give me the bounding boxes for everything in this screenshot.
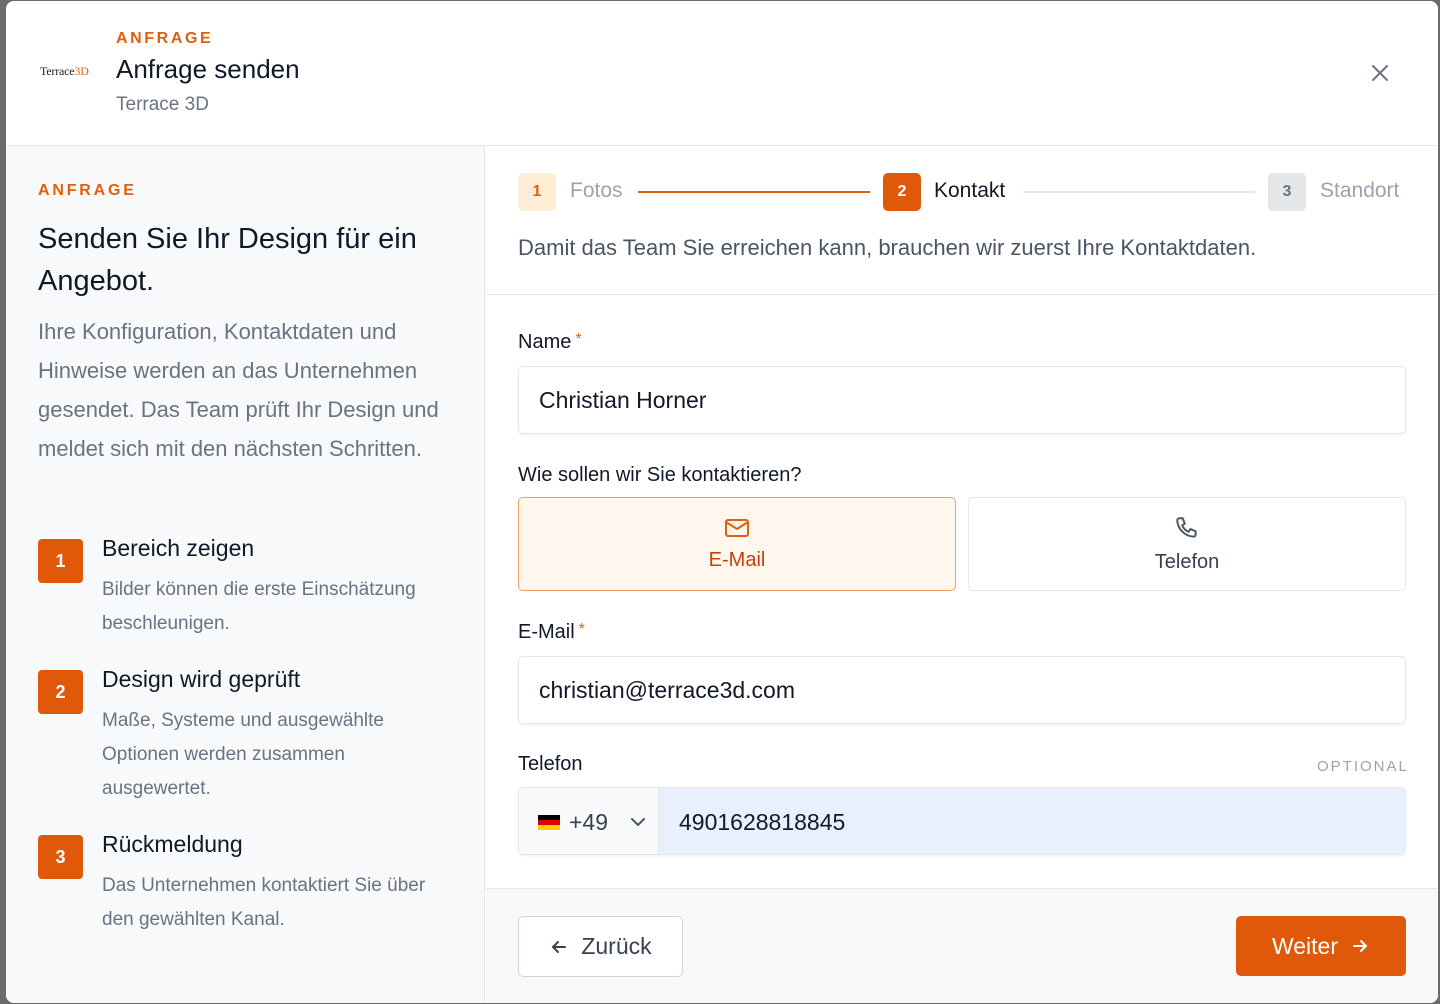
section-divider — [486, 294, 1438, 295]
close-button[interactable] — [1367, 60, 1393, 86]
contact-method-label: Wie sollen wir Sie kontaktieren? — [518, 464, 802, 486]
stepper-line-completed — [638, 191, 870, 193]
next-button-label: Weiter — [1271, 932, 1339, 959]
form-panel: 1 Fotos 2 Kontakt 3 Standort Damit das T… — [486, 146, 1438, 1003]
process-step-number: 2 — [38, 670, 83, 714]
email-input[interactable]: christian@terrace3d.com — [518, 656, 1406, 724]
arrow-right-icon — [1353, 940, 1368, 952]
contact-option-email[interactable]: E-Mail — [518, 497, 956, 591]
required-marker: * — [578, 621, 585, 638]
info-eyebrow: ANFRAGE — [38, 182, 137, 199]
mail-icon — [725, 518, 749, 537]
name-input[interactable]: Christian Horner — [518, 366, 1406, 434]
process-step-description: Das Unternehmen kontaktiert Sie über den… — [102, 875, 426, 930]
progress-stepper: 1 Fotos 2 Kontakt 3 Standort — [518, 173, 1406, 211]
optional-badge: OPTIONAL — [1317, 758, 1409, 775]
modal-subtitle: Terrace 3D — [116, 94, 209, 115]
stepper-label-3[interactable]: Standort — [1320, 179, 1399, 203]
header-eyebrow: ANFRAGE — [116, 30, 214, 47]
back-button-label: Zurück — [581, 933, 652, 959]
process-step-title: Bereich zeigen — [102, 535, 255, 561]
phone-input[interactable]: 4901628818845 — [659, 788, 1405, 854]
stepper-label-2[interactable]: Kontakt — [934, 179, 1005, 203]
stepper-box-2[interactable]: 2 — [883, 173, 921, 211]
modal-header: Terrace3D ANFRAGE Anfrage senden Terrace… — [6, 1, 1438, 146]
stepper-box-1[interactable]: 1 — [518, 173, 556, 211]
process-step-title: Rückmeldung — [102, 831, 243, 857]
phone-icon — [1176, 516, 1197, 538]
form-intro: Damit das Team Sie erreichen kann, brauc… — [518, 235, 1257, 260]
back-button[interactable]: Zurück — [518, 916, 683, 977]
contact-option-label: Telefon — [1154, 550, 1220, 573]
next-button[interactable]: Weiter — [1236, 916, 1406, 976]
process-step-description: Maße, Systeme und ausgewählte Optionen w… — [102, 710, 384, 799]
process-step-number: 1 — [38, 539, 83, 583]
info-headline: Senden Sie Ihr Design für ein Angebot. — [38, 223, 417, 297]
country-code-value: +49 — [569, 808, 609, 835]
country-code-select[interactable]: +49 — [519, 788, 659, 854]
phone-field: +49 4901628818845 — [518, 787, 1406, 855]
modal-title: Anfrage senden — [116, 54, 300, 84]
contact-option-phone[interactable]: Telefon — [968, 497, 1406, 591]
name-label: Name * — [518, 331, 582, 353]
arrow-left-icon — [552, 940, 567, 953]
process-step-description: Bilder können die erste Einschätzung bes… — [102, 579, 416, 634]
company-logo: Terrace3D — [40, 64, 89, 78]
stepper-label-1[interactable]: Fotos — [570, 179, 623, 203]
info-description: Ihre Konfiguration, Kontaktdaten und Hin… — [38, 319, 439, 461]
request-modal: Terrace3D ANFRAGE Anfrage senden Terrace… — [6, 1, 1438, 1003]
info-panel: ANFRAGE Senden Sie Ihr Design für ein An… — [6, 146, 485, 1003]
phone-label: Telefon — [518, 753, 583, 775]
close-icon — [1372, 65, 1388, 81]
form-footer: Zurück Weiter — [486, 888, 1438, 1003]
stepper-box-3[interactable]: 3 — [1268, 173, 1306, 211]
stepper-line-upcoming — [1023, 191, 1255, 193]
chevron-down-icon — [631, 818, 646, 826]
flag-de-icon — [538, 814, 560, 830]
process-step-title: Design wird geprüft — [102, 666, 301, 692]
required-marker: * — [575, 331, 582, 348]
contact-option-label: E-Mail — [708, 548, 766, 571]
process-step-number: 3 — [38, 835, 83, 879]
email-label: E-Mail * — [518, 621, 585, 643]
